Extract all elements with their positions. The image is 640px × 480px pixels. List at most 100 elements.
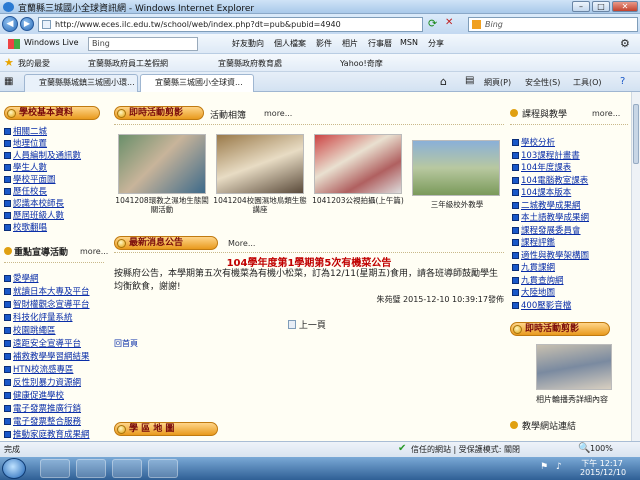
photo-more-link[interactable]: more... xyxy=(264,109,292,118)
ie-taskbar-icon[interactable] xyxy=(40,459,70,478)
promo-link[interactable]: 智財權觀念宣導平台 xyxy=(4,298,90,310)
slideshow-photo[interactable] xyxy=(536,344,612,390)
tab-2[interactable]: 宜蘭縣三城國小全球資... xyxy=(140,74,254,92)
school-info-link[interactable]: 相關二城 xyxy=(4,125,47,137)
slideshow-caption[interactable]: 相片輪播秀詳細內容 xyxy=(516,394,628,405)
live-item-calendar[interactable]: 行事曆 xyxy=(368,38,392,49)
promo-link[interactable]: 補救教學學習網結果 xyxy=(4,350,90,362)
favorites-star-icon[interactable]: ★ xyxy=(4,56,14,69)
news-more-link[interactable]: More... xyxy=(228,239,255,248)
school-info-link[interactable]: 地理位置 xyxy=(4,137,47,149)
live-item-video[interactable]: 影件 xyxy=(316,38,332,49)
photo-3[interactable] xyxy=(314,134,402,194)
school-info-link[interactable]: 認識本校師長 xyxy=(4,197,64,209)
photo-4-caption[interactable]: 三年級校外教學 xyxy=(412,200,502,209)
promo-link[interactable]: 愛學網 xyxy=(4,272,39,284)
zoom-icon[interactable]: 🔍 xyxy=(578,443,590,454)
school-info-link[interactable]: 校歌翻唱 xyxy=(4,221,47,233)
refresh-icon[interactable]: ⟳ xyxy=(428,17,437,30)
school-info-link[interactable]: 歷屆班級人數 xyxy=(4,209,64,221)
live-item-profile[interactable]: 個人檔案 xyxy=(274,38,306,49)
start-button[interactable] xyxy=(2,458,26,479)
photo-1-caption[interactable]: 1041208環教之濕地生態闖關活動 xyxy=(114,196,210,214)
curriculum-link[interactable]: 適性與教學架構圖 xyxy=(512,249,589,261)
live-item-friends[interactable]: 好友動向 xyxy=(232,38,264,49)
print-icon[interactable]: ▤ xyxy=(465,75,474,86)
favorites-label[interactable]: 我的最愛 xyxy=(18,58,50,69)
safety-menu[interactable]: 安全性(S) xyxy=(525,77,560,88)
promo-link[interactable]: 健康促進學校 xyxy=(4,389,64,401)
minimize-button[interactable]: – xyxy=(572,1,590,12)
app-taskbar-icon[interactable] xyxy=(148,459,178,478)
curriculum-link[interactable]: 九貫課網 xyxy=(512,261,555,273)
promo-link[interactable]: 遠距安全宣導平台 xyxy=(4,337,81,349)
system-clock[interactable]: 下午 12:17 2015/12/10 xyxy=(580,459,627,477)
chrome-taskbar-icon[interactable] xyxy=(112,459,142,478)
close-button[interactable]: ✕ xyxy=(612,1,638,12)
home-icon[interactable]: ⌂ xyxy=(440,75,447,88)
promo-link[interactable]: 推動家庭教育成果網 xyxy=(4,428,90,440)
curriculum-more-link[interactable]: more... xyxy=(592,109,620,118)
promo-link-label: 科技化評量系統 xyxy=(13,313,73,323)
tools-menu[interactable]: 工具(O) xyxy=(573,77,602,88)
school-info-link[interactable]: 學生人數 xyxy=(4,161,47,173)
zoom-level[interactable]: 100% xyxy=(590,444,613,453)
tab-1[interactable]: 宜蘭縣縣城鎮三城國小環... xyxy=(24,74,138,92)
live-item-share[interactable]: 分享 xyxy=(428,38,444,49)
school-info-link[interactable]: 學校平面圖 xyxy=(4,173,56,185)
photo-2-caption[interactable]: 1041204校園濕地鳥類生態講座 xyxy=(212,196,308,214)
fav-link-1[interactable]: 宜蘭縣政府員工差假網 xyxy=(88,58,168,69)
curriculum-link[interactable]: 104課本版本 xyxy=(512,186,571,198)
photo-2[interactable] xyxy=(216,134,304,194)
address-bar[interactable]: http://www.eces.ilc.edu.tw/school/web/in… xyxy=(38,17,423,32)
home-page-link[interactable]: 回首頁 xyxy=(114,338,138,349)
scrollbar-thumb[interactable] xyxy=(633,104,639,164)
prev-page-link[interactable]: 上一頁 xyxy=(288,318,326,331)
settings-icon[interactable]: ⚙ xyxy=(620,37,630,50)
vertical-scrollbar[interactable] xyxy=(631,92,640,441)
curriculum-link[interactable]: 104年度課表 xyxy=(512,161,571,173)
curriculum-link[interactable]: 104電腦教室課表 xyxy=(512,174,588,186)
school-info-link[interactable]: 歷任校長 xyxy=(4,185,47,197)
curriculum-link[interactable]: 二城教學成果網 xyxy=(512,199,581,211)
promo-more-link[interactable]: more... xyxy=(80,247,108,256)
bing-search-input[interactable]: Bing xyxy=(468,17,638,32)
curriculum-link[interactable]: 課程發展委員會 xyxy=(512,224,581,236)
promo-link[interactable]: 電子發票推廣行銷 xyxy=(4,402,81,414)
forward-button[interactable]: ▶ xyxy=(20,17,34,31)
curriculum-link[interactable]: 大陸地圖 xyxy=(512,286,555,298)
security-zone[interactable]: 信任的網站 | 受保護模式: 關閉 xyxy=(411,444,520,455)
fav-link-3[interactable]: Yahoo!奇摩 xyxy=(340,58,383,69)
live-item-msn[interactable]: MSN xyxy=(400,38,418,47)
explorer-taskbar-icon[interactable] xyxy=(76,459,106,478)
tray-volume-icon[interactable]: ♪ xyxy=(556,462,562,472)
back-button[interactable]: ◀ xyxy=(2,16,18,32)
promo-link[interactable]: 就讀日本大專及平台 xyxy=(4,285,90,297)
curriculum-link[interactable]: 課程評鑑 xyxy=(512,236,555,248)
page-menu[interactable]: 網頁(P) xyxy=(484,77,511,88)
curriculum-link[interactable]: 學校分析 xyxy=(512,136,555,148)
promo-link[interactable]: 反性別暴力資源網 xyxy=(4,376,81,388)
promo-link[interactable]: HTN校流感專區 xyxy=(4,363,73,375)
promo-link[interactable]: 科技化評量系統 xyxy=(4,311,73,323)
tray-flag-icon[interactable]: ⚑ xyxy=(540,462,548,472)
windows-live-brand[interactable]: Windows Live xyxy=(24,38,79,47)
clock-date: 2015/12/10 xyxy=(580,468,627,477)
tab-list-icon[interactable]: ▦ xyxy=(4,76,13,87)
photo-4[interactable] xyxy=(412,140,500,196)
stop-icon[interactable]: ✕ xyxy=(445,17,453,28)
live-item-photos[interactable]: 相片 xyxy=(342,38,358,49)
promo-link[interactable]: 校園跳繩區 xyxy=(4,324,56,336)
curriculum-link[interactable]: 103課程計畫書 xyxy=(512,149,580,161)
maximize-button[interactable]: □ xyxy=(592,1,610,12)
curriculum-link[interactable]: 400壓影音檔 xyxy=(512,299,571,311)
promo-link[interactable]: 電子發票整合服務 xyxy=(4,415,81,427)
live-search-input[interactable]: Bing xyxy=(88,37,198,51)
curriculum-link[interactable]: 本土語教學成果網 xyxy=(512,211,589,223)
fav-link-2[interactable]: 宜蘭縣政府教育處 xyxy=(218,58,282,69)
photo-1[interactable] xyxy=(118,134,206,194)
school-info-link[interactable]: 人員編制及通訊數 xyxy=(4,149,81,161)
help-icon[interactable]: ? xyxy=(620,76,625,87)
photo-3-caption[interactable]: 1041203公視拍攝(上午篇) xyxy=(310,196,406,205)
curriculum-link[interactable]: 九貫查詢網 xyxy=(512,274,564,286)
